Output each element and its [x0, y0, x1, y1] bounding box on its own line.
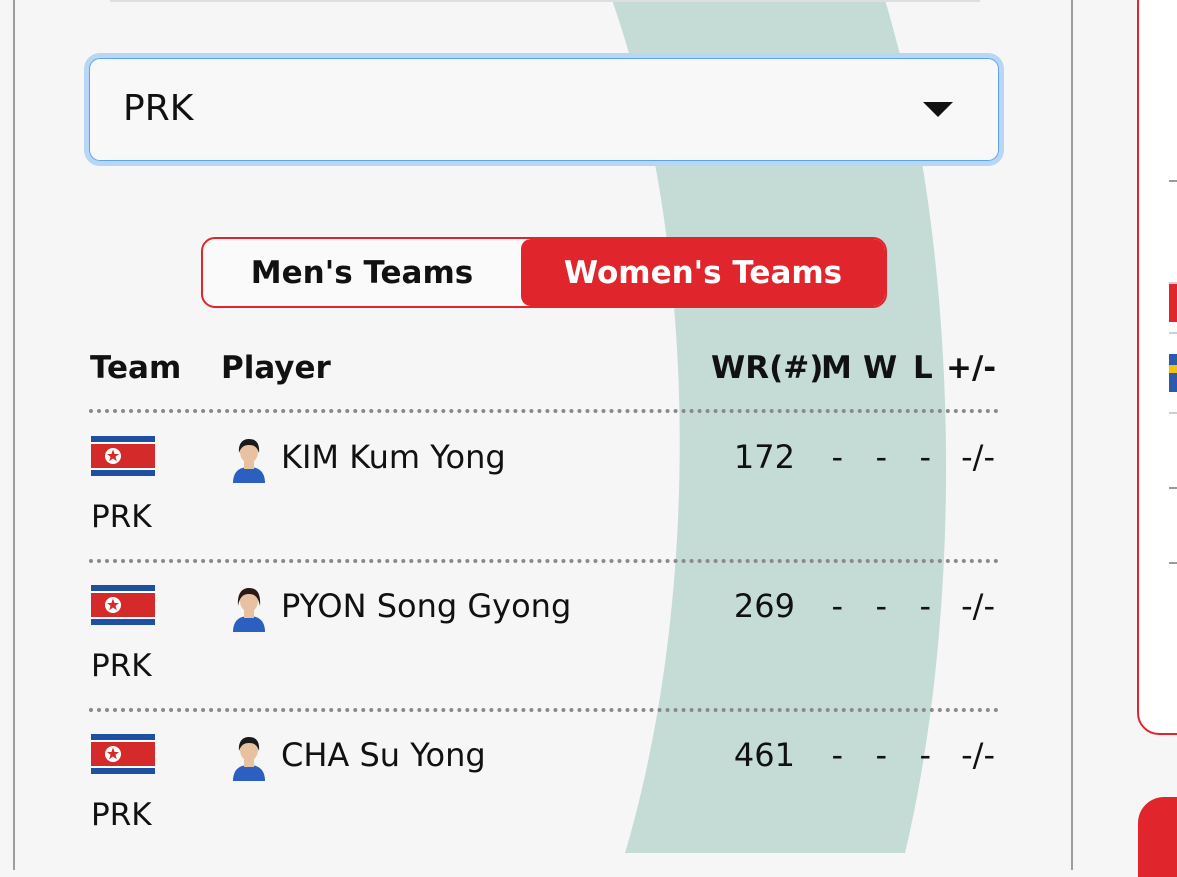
tab-womens-teams[interactable]: Women's Teams — [521, 239, 885, 306]
team-select-focus-ring — [89, 58, 999, 161]
player-name[interactable]: PYON Song Gyong — [281, 587, 571, 625]
player-name[interactable]: CHA Su Yong — [281, 736, 486, 774]
header-diff: +/- — [946, 350, 997, 386]
team-type-tabs: Men's Teams Women's Teams — [201, 237, 887, 308]
tab-mens-teams[interactable]: Men's Teams — [203, 239, 521, 306]
world-rank: 172 — [733, 438, 795, 476]
wins-value: - — [875, 736, 887, 774]
losses-value: - — [919, 587, 931, 625]
team-code: PRK — [91, 648, 152, 684]
matches-value: - — [831, 438, 843, 476]
world-rank: 269 — [733, 587, 795, 625]
prk-flag-icon — [91, 585, 155, 625]
losses-value: - — [919, 438, 931, 476]
header-player: Player — [221, 350, 331, 386]
diff-value: -/- — [961, 736, 995, 774]
top-divider — [110, 0, 980, 2]
header-losses: L — [913, 350, 933, 386]
player-name[interactable]: KIM Kum Yong — [281, 438, 506, 476]
flag-icon — [1169, 284, 1177, 322]
losses-value: - — [919, 736, 931, 774]
player-avatar-icon — [233, 737, 265, 781]
diff-value: -/- — [961, 438, 995, 476]
team-select[interactable]: PRK — [84, 53, 1004, 166]
header-wins: W — [863, 350, 898, 386]
wins-value: - — [875, 438, 887, 476]
team-code: PRK — [91, 797, 152, 833]
side-divider — [1169, 412, 1177, 414]
side-action-button[interactable] — [1138, 797, 1177, 877]
row-separator — [89, 559, 999, 563]
team-code: PRK — [91, 499, 152, 535]
prk-flag-icon — [91, 734, 155, 774]
side-panel — [1137, 0, 1177, 735]
prk-flag-icon — [91, 436, 155, 476]
team-select-value: PRK — [123, 88, 194, 129]
world-rank: 461 — [733, 736, 795, 774]
header-wr: WR(#) — [711, 350, 824, 386]
side-divider — [1169, 332, 1177, 334]
header-team: Team — [90, 350, 182, 386]
row-separator — [89, 409, 999, 413]
header-matches: M — [821, 350, 852, 386]
row-separator — [89, 708, 999, 712]
matches-value: - — [831, 587, 843, 625]
side-divider — [1169, 562, 1177, 564]
flag-icon-stripe — [1169, 365, 1177, 373]
flag-icon — [1169, 354, 1177, 392]
chevron-down-icon[interactable] — [923, 102, 953, 117]
player-avatar-icon — [233, 439, 265, 483]
matches-value: - — [831, 736, 843, 774]
player-avatar-icon — [233, 588, 265, 632]
side-divider — [1169, 487, 1177, 489]
wins-value: - — [875, 587, 887, 625]
side-divider — [1169, 180, 1177, 182]
diff-value: -/- — [961, 587, 995, 625]
